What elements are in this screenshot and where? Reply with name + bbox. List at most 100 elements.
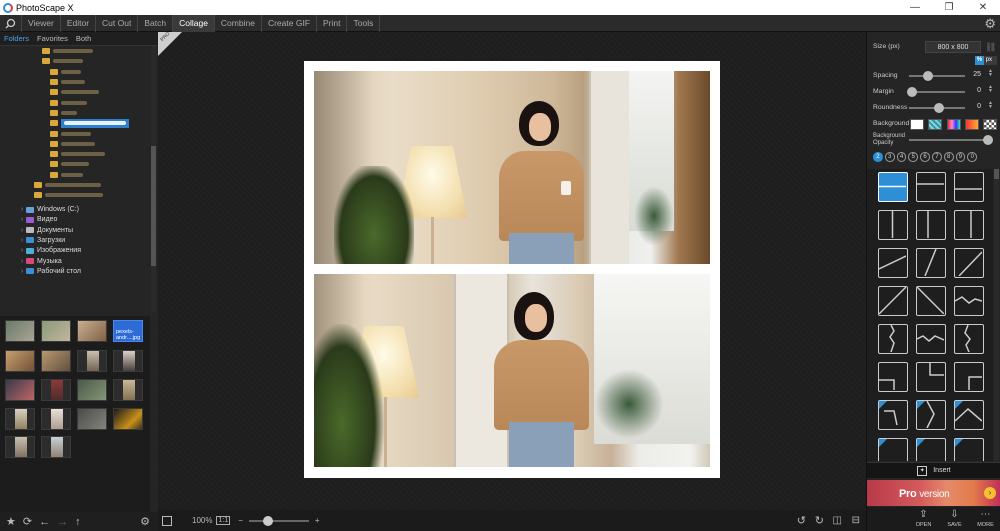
tree-folder-blurred[interactable] xyxy=(0,108,150,118)
tree-folder-selected[interactable] xyxy=(0,118,150,128)
tree-item-documents[interactable]: › Документы xyxy=(0,225,150,235)
rotate-right-icon[interactable]: ↻ xyxy=(815,514,824,527)
count-3-button[interactable]: 3 xyxy=(884,152,895,162)
spacing-slider[interactable] xyxy=(909,71,965,81)
collage-photo-top[interactable] xyxy=(314,71,710,264)
thumbnail[interactable] xyxy=(5,350,35,372)
layout-wave-1[interactable] xyxy=(954,286,984,316)
back-arrow-icon[interactable]: ← xyxy=(39,516,50,528)
expand-arrow-icon[interactable]: › xyxy=(18,237,26,244)
expand-arrow-icon[interactable]: › xyxy=(18,268,26,275)
tree-item-windows[interactable]: › Windows (C:) xyxy=(0,204,150,214)
tree-item-video[interactable]: › Видео xyxy=(0,215,150,225)
flip-vertical-icon[interactable]: ⊟ xyxy=(852,515,860,526)
tab-print[interactable]: Print xyxy=(317,14,348,32)
refresh-icon[interactable]: ⟳ xyxy=(23,515,32,528)
thumbnail[interactable] xyxy=(5,436,35,458)
thumbnail[interactable] xyxy=(113,408,143,430)
tree-folder-blurred[interactable] xyxy=(0,170,150,180)
maximize-button[interactable]: ❐ xyxy=(932,0,966,15)
forward-arrow-icon[interactable]: → xyxy=(57,516,68,528)
tab-collage[interactable]: Collage xyxy=(173,14,215,32)
thumbnail[interactable] xyxy=(5,379,35,401)
tab-folders[interactable]: Folders xyxy=(0,34,33,43)
count-4-button[interactable]: 4 xyxy=(896,152,907,162)
thumbnail[interactable] xyxy=(41,320,71,342)
spacing-value[interactable]: 25 xyxy=(967,71,981,78)
link-icon[interactable]: ⛓ xyxy=(985,42,996,53)
tab-cut-out[interactable]: Cut Out xyxy=(96,14,139,32)
thumbnail[interactable] xyxy=(77,379,107,401)
background-pattern-swatch[interactable] xyxy=(928,119,942,130)
thumbnail[interactable] xyxy=(41,436,71,458)
layout-corner-2[interactable] xyxy=(916,362,946,392)
open-button[interactable]: ⇪ OPEN xyxy=(908,507,939,531)
count-7-button[interactable]: 7 xyxy=(931,152,942,162)
tree-folder-blurred[interactable] xyxy=(0,67,150,77)
thumbnail[interactable] xyxy=(77,408,107,430)
layout-wave-3[interactable] xyxy=(954,324,984,354)
thumbnail[interactable] xyxy=(41,379,71,401)
count-8-button[interactable]: 8 xyxy=(943,152,954,162)
tree-folder-blurred[interactable] xyxy=(0,149,150,159)
layout-corner-3[interactable] xyxy=(954,362,984,392)
layout-scrollbar[interactable] xyxy=(994,169,999,461)
tree-folder-blurred[interactable] xyxy=(0,87,150,97)
background-transparent-swatch[interactable] xyxy=(983,119,997,130)
thumbnail[interactable] xyxy=(113,379,143,401)
pro-version-banner[interactable]: Pro version › xyxy=(867,480,1000,506)
expand-arrow-icon[interactable]: › xyxy=(18,258,26,265)
tree-folder-blurred[interactable] xyxy=(0,190,150,200)
insert-button[interactable]: ✦ Insert xyxy=(867,462,1000,478)
layout-diagonal-2[interactable] xyxy=(916,248,946,278)
tree-folder-blurred[interactable] xyxy=(0,159,150,169)
tree-item-music[interactable]: › Музыка xyxy=(0,256,150,266)
home-button[interactable] xyxy=(0,14,22,32)
layout-vertical-split[interactable] xyxy=(878,210,908,240)
zoom-in-button[interactable]: + xyxy=(315,516,320,525)
tab-editor[interactable]: Editor xyxy=(61,14,97,32)
layout-diagonal-5[interactable] xyxy=(916,286,946,316)
more-button[interactable]: ⋯ MORE xyxy=(970,507,1000,531)
settings-gear-icon[interactable]: ⚙ xyxy=(984,16,996,32)
layout-corner-1[interactable] xyxy=(878,362,908,392)
actual-size-button[interactable]: 1:1 xyxy=(216,516,231,525)
folder-tree-scrollbar[interactable] xyxy=(151,46,156,312)
roundness-value[interactable]: 0 xyxy=(967,103,981,110)
tree-item-pictures[interactable]: › Изображения xyxy=(0,246,150,256)
layout-zigzag-vertical[interactable] xyxy=(878,324,908,354)
thumbnail[interactable] xyxy=(77,320,107,342)
rotate-left-icon[interactable]: ↺ xyxy=(797,514,806,527)
layout-pro-1[interactable] xyxy=(878,400,908,430)
layout-pro-6[interactable] xyxy=(954,438,984,461)
layout-right-small[interactable] xyxy=(954,210,984,240)
layout-horizontal-split[interactable] xyxy=(878,172,908,202)
margin-slider[interactable] xyxy=(907,87,965,97)
layout-pro-2[interactable] xyxy=(916,400,946,430)
thumbnail-selected[interactable]: pexels-andr....jpg xyxy=(113,320,143,342)
count-9-button[interactable]: 9 xyxy=(955,152,966,162)
tab-both[interactable]: Both xyxy=(72,34,95,43)
margin-value[interactable]: 0 xyxy=(967,87,981,94)
thumbnail[interactable] xyxy=(77,350,107,372)
layout-bottom-small[interactable] xyxy=(954,172,984,202)
background-opacity-slider[interactable] xyxy=(909,135,993,145)
layout-top-small[interactable] xyxy=(916,172,946,202)
zoom-out-button[interactable]: − xyxy=(238,516,243,525)
thumbnail[interactable] xyxy=(41,408,71,430)
gear-icon[interactable]: ⚙ xyxy=(140,515,150,528)
minimize-button[interactable]: — xyxy=(898,0,932,15)
background-gradient-swatch[interactable] xyxy=(947,119,961,130)
size-input[interactable]: 800 x 800 xyxy=(925,41,981,53)
thumbnail[interactable] xyxy=(113,350,143,372)
layout-wave-2[interactable] xyxy=(916,324,946,354)
tree-folder-blurred[interactable] xyxy=(0,56,150,66)
tree-item-downloads[interactable]: › Загрузки xyxy=(0,235,150,245)
count-10-button[interactable]: 0 xyxy=(967,152,978,162)
tree-folder-blurred[interactable] xyxy=(0,97,150,107)
background-color-swatch[interactable] xyxy=(965,119,979,130)
unit-toggle[interactable]: % px xyxy=(975,56,997,65)
close-button[interactable]: ✕ xyxy=(966,0,1000,15)
expand-arrow-icon[interactable]: › xyxy=(18,216,26,223)
fit-screen-icon[interactable] xyxy=(162,515,172,526)
